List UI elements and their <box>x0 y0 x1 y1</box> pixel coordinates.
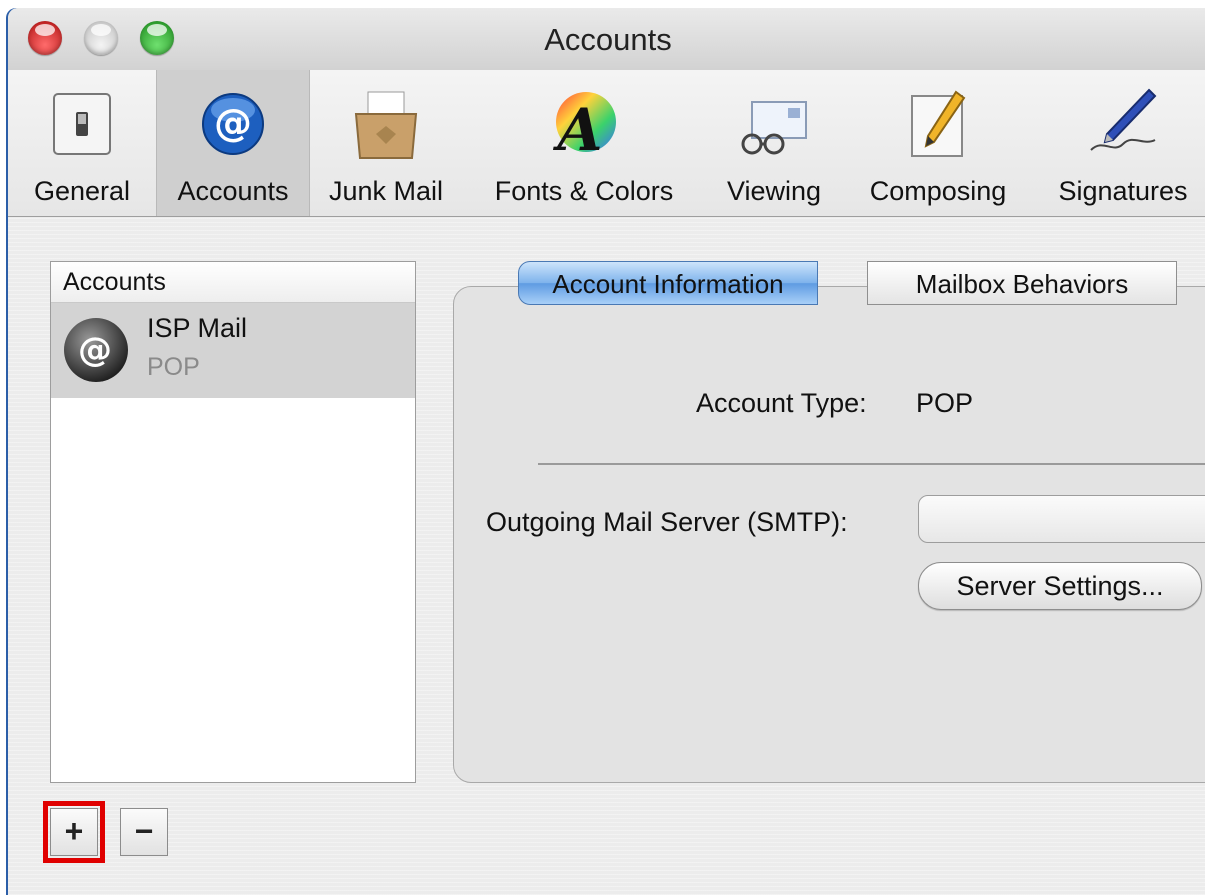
toolbar-item-composing[interactable]: Composing <box>850 70 1026 216</box>
toolbar-label-fonts-colors: Fonts & Colors <box>494 176 674 206</box>
account-at-icon: @ <box>64 318 128 382</box>
svg-text:@: @ <box>214 101 252 145</box>
remove-account-button[interactable]: − <box>120 808 168 856</box>
junk-mail-icon <box>354 91 418 159</box>
list-item[interactable]: @ ISP Mail POP <box>51 303 415 398</box>
smtp-label: Outgoing Mail Server (SMTP): <box>486 507 848 537</box>
toolbar-item-general[interactable]: General <box>22 70 142 216</box>
zoom-button[interactable] <box>140 21 174 55</box>
account-type: POP <box>147 353 200 381</box>
toolbar-label-signatures: Signatures <box>1058 176 1188 206</box>
glasses-letter-icon <box>741 101 807 155</box>
toolbar-item-viewing[interactable]: Viewing <box>708 70 840 216</box>
server-settings-button[interactable]: Server Settings... <box>918 562 1202 610</box>
close-button[interactable] <box>28 21 62 55</box>
toolbar-label-viewing: Viewing <box>726 176 822 206</box>
toolbar-label-general: General <box>33 176 131 206</box>
preferences-toolbar: General @ Accounts Junk Mail A Fonts & C… <box>8 70 1205 217</box>
toolbar-label-composing: Composing <box>869 176 1007 206</box>
toolbar-label-accounts: Accounts <box>177 176 289 206</box>
at-sign-icon: @ <box>202 93 264 155</box>
add-account-button[interactable]: + <box>43 801 105 863</box>
svg-text:@: @ <box>78 330 112 370</box>
account-name: ISP Mail <box>147 313 248 343</box>
accounts-list-header[interactable]: Accounts <box>51 262 415 303</box>
accounts-list[interactable]: Accounts @ ISP Mail POP <box>50 261 416 783</box>
account-type-value: POP <box>916 388 974 418</box>
preferences-window: Accounts General @ Accounts Junk Mail A … <box>8 8 1205 895</box>
toolbar-item-signatures[interactable]: Signatures <box>1038 70 1205 216</box>
pencil-icon <box>911 90 966 157</box>
switch-icon <box>53 93 111 155</box>
toolbar-item-fonts-colors[interactable]: A Fonts & Colors <box>478 70 690 216</box>
smtp-server-popup[interactable] <box>918 495 1205 543</box>
minimize-button[interactable] <box>84 21 118 55</box>
divider <box>538 463 1205 465</box>
title-bar[interactable]: Accounts <box>8 8 1205 71</box>
tab-mailbox-behaviors[interactable]: Mailbox Behaviors <box>867 261 1177 305</box>
window-title: Accounts <box>544 22 672 57</box>
toolbar-item-junk-mail[interactable]: Junk Mail <box>316 70 456 216</box>
color-font-icon: A <box>552 92 616 164</box>
toolbar-label-junk-mail: Junk Mail <box>328 176 444 206</box>
svg-text:A: A <box>552 96 602 164</box>
tab-account-information[interactable]: Account Information <box>518 261 818 305</box>
account-type-label: Account Type: <box>696 388 867 418</box>
fountain-pen-icon <box>1090 88 1157 151</box>
toolbar-item-accounts[interactable]: @ Accounts <box>156 70 310 216</box>
